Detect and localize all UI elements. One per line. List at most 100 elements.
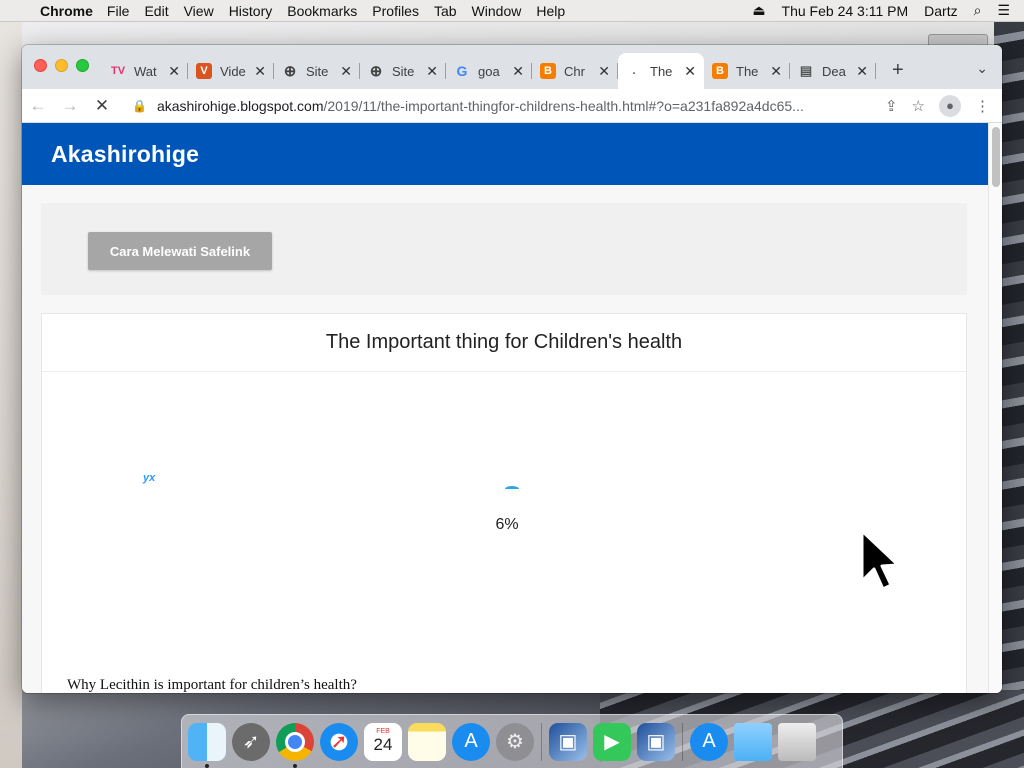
control-center-icon[interactable]: ☰ <box>997 2 1010 19</box>
toolbar-actions: ⇪ ☆ ● ⋮ <box>885 94 990 117</box>
safelink-button[interactable]: Cara Melewati Safelink <box>88 232 272 270</box>
v-icon: V <box>196 63 212 79</box>
close-tab-icon[interactable]: ✕ <box>168 63 180 80</box>
loading-spinner-icon <box>505 486 519 492</box>
tab[interactable]: ⊕ Site ✕ <box>274 53 360 89</box>
forward-arrow-icon[interactable]: → <box>54 96 86 116</box>
menu-history[interactable]: History <box>229 3 273 19</box>
blog-title-link[interactable]: Akashirohige <box>51 141 199 168</box>
loading-dot-icon: . <box>632 65 636 77</box>
post-title: The Important thing for Children's healt… <box>42 314 966 372</box>
tab-title: Site <box>306 63 329 79</box>
menubar-user[interactable]: Dartz <box>924 3 957 19</box>
globe-icon: ⊕ <box>369 63 383 80</box>
menu-help[interactable]: Help <box>536 3 565 19</box>
tab-search-chevron-icon[interactable]: ⌄ <box>976 60 988 77</box>
safari-icon[interactable]: ➚ <box>320 722 358 761</box>
blogger-icon: B <box>712 63 728 79</box>
running-indicator <box>205 763 209 768</box>
more-menu-icon[interactable]: ⋮ <box>975 97 990 115</box>
tab[interactable]: G goa ✕ <box>446 53 532 89</box>
lock-icon[interactable]: 🔒 <box>132 99 147 113</box>
logo-letter: x <box>149 472 156 484</box>
menubar-clock[interactable]: Thu Feb 24 3:11 PM <box>782 3 909 19</box>
blogger-icon: B <box>540 63 556 79</box>
bookmark-star-icon[interactable]: ☆ <box>912 97 925 115</box>
close-tab-icon[interactable]: ✕ <box>340 63 352 80</box>
calendar-month: FEB <box>376 728 390 735</box>
mouse-pointer-icon <box>860 529 900 591</box>
tab[interactable]: ⊕ Site ✕ <box>360 53 446 89</box>
tab-title: Dea <box>822 63 846 79</box>
menu-bookmarks[interactable]: Bookmarks <box>287 3 357 19</box>
tab[interactable]: TV Wat ✕ <box>102 53 188 89</box>
tab-strip: TV Wat ✕ V Vide ✕ ⊕ Site ✕ ⊕ Site ✕ G go <box>22 45 1002 89</box>
dock: ➶ ➚ FEB 24 A ⚙ ▣ ▶ ▣ A <box>181 714 843 768</box>
tab[interactable]: B Chr ✕ <box>532 53 618 89</box>
close-tab-icon[interactable]: ✕ <box>770 63 782 80</box>
zoom-window-button[interactable] <box>76 59 89 72</box>
tab[interactable]: B The ✕ <box>704 53 790 89</box>
progress-percent: 6% <box>495 516 519 533</box>
profile-avatar-icon[interactable]: ● <box>939 94 961 117</box>
page-viewport: Akashirohige Cara Melewati Safelink The … <box>22 123 988 693</box>
close-tab-icon[interactable]: ✕ <box>856 63 868 80</box>
eject-icon[interactable]: ⏏ <box>752 2 765 19</box>
post-question-text: Why Lecithin is important for children’s… <box>67 677 357 693</box>
page-scrollbar[interactable] <box>988 123 1002 693</box>
chrome-icon[interactable] <box>276 722 314 768</box>
close-tab-icon[interactable]: ✕ <box>426 63 438 80</box>
facetime-icon[interactable]: ▶ <box>593 722 631 761</box>
menu-window[interactable]: Window <box>472 3 522 19</box>
tab-title: The <box>650 63 673 79</box>
menu-bar: Chrome File Edit View History Bookmarks … <box>0 0 1024 22</box>
tab[interactable]: V Vide ✕ <box>188 53 274 89</box>
blog-header: Akashirohige <box>22 123 988 185</box>
tab-title: goa <box>478 63 500 79</box>
calendar-day: 24 <box>373 735 393 754</box>
app-menu-chrome[interactable]: Chrome <box>40 3 93 19</box>
close-tab-icon[interactable]: ✕ <box>684 63 696 80</box>
window-controls <box>34 59 89 72</box>
system-preferences-icon[interactable]: ⚙ <box>496 722 534 761</box>
close-tab-icon[interactable]: ✕ <box>512 63 524 80</box>
close-window-button[interactable] <box>34 59 47 72</box>
app-store-icon[interactable]: A <box>452 722 490 761</box>
menu-file[interactable]: File <box>107 3 130 19</box>
tab-title: Site <box>392 63 415 79</box>
browser-toolbar: ← → ✕ 🔒 akashirohige.blogspot.com/2019/1… <box>22 89 1002 123</box>
globe-icon: ⊕ <box>283 63 297 80</box>
trash-icon[interactable] <box>778 722 816 761</box>
menu-profiles[interactable]: Profiles <box>372 3 419 19</box>
notes-icon[interactable] <box>408 722 446 761</box>
url-domain: akashirohige.blogspot.com <box>156 97 324 114</box>
yx-logo-icon: yx <box>143 472 155 484</box>
address-bar[interactable]: 🔒 akashirohige.blogspot.com/2019/11/the-… <box>122 92 881 120</box>
menu-edit[interactable]: Edit <box>144 3 168 19</box>
calendar-icon[interactable]: FEB 24 <box>364 722 402 761</box>
tab-active[interactable]: . The ✕ <box>618 53 704 89</box>
stop-loading-icon[interactable]: ✕ <box>86 96 118 116</box>
scrollbar-thumb[interactable] <box>992 127 1000 187</box>
desktop-background-left <box>0 22 22 768</box>
virtualbox-icon[interactable]: ▣ <box>549 722 587 761</box>
downloads-folder-icon[interactable] <box>734 722 772 761</box>
tabs: TV Wat ✕ V Vide ✕ ⊕ Site ✕ ⊕ Site ✕ G go <box>102 53 876 89</box>
close-tab-icon[interactable]: ✕ <box>254 63 266 80</box>
share-icon[interactable]: ⇪ <box>885 97 898 115</box>
close-tab-icon[interactable]: ✕ <box>598 63 610 80</box>
menu-tab[interactable]: Tab <box>434 3 457 19</box>
tab-title: The <box>736 63 759 79</box>
tv-icon: TV <box>110 65 126 77</box>
tab[interactable]: ▤ Dea ✕ <box>790 53 876 89</box>
virtualbox-vm-icon[interactable]: ▣ <box>637 722 675 761</box>
new-tab-plus-icon[interactable]: + <box>892 59 904 82</box>
app-store-download-icon[interactable]: A <box>690 722 728 761</box>
launchpad-icon[interactable]: ➶ <box>232 722 270 761</box>
finder-icon[interactable] <box>188 722 226 768</box>
minimize-window-button[interactable] <box>55 59 68 72</box>
dock-separator <box>541 722 542 761</box>
back-arrow-icon[interactable]: ← <box>22 96 54 116</box>
spotlight-search-icon[interactable]: ⌕ <box>974 2 982 19</box>
menu-view[interactable]: View <box>184 3 214 19</box>
